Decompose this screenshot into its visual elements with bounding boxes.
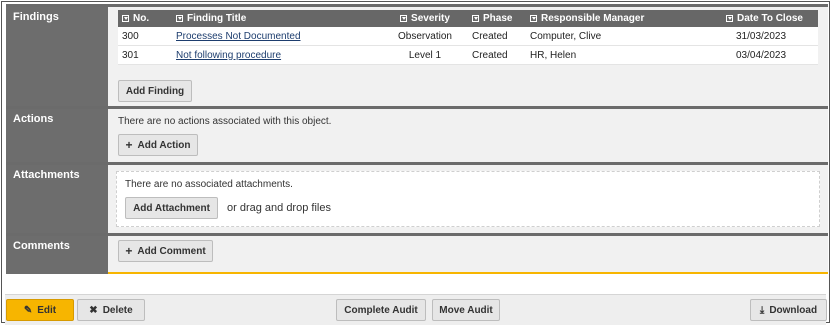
finding-date: 03/04/2023 xyxy=(722,45,818,65)
column-menu-icon[interactable] xyxy=(726,15,733,22)
findings-header: Findings xyxy=(6,7,108,106)
column-menu-icon[interactable] xyxy=(400,15,408,22)
plus-icon: + xyxy=(125,244,133,258)
comments-section: Comments + Add Comment xyxy=(6,233,828,274)
finding-phase: Created xyxy=(468,45,526,65)
finding-date: 31/03/2023 xyxy=(722,27,818,46)
col-finding-title[interactable]: Finding Title xyxy=(172,10,382,27)
table-row[interactable]: 301 Not following procedure Level 1 Crea… xyxy=(118,45,818,65)
add-action-button[interactable]: + Add Action xyxy=(118,134,198,156)
finding-manager: HR, Helen xyxy=(526,45,722,65)
add-comment-button[interactable]: + Add Comment xyxy=(118,240,213,262)
finding-title-link[interactable]: Not following procedure xyxy=(176,50,281,61)
column-menu-icon[interactable] xyxy=(122,15,129,22)
edit-icon: ✎ xyxy=(23,304,33,316)
close-icon: ✖ xyxy=(89,304,98,316)
finding-phase: Created xyxy=(468,27,526,46)
actions-section: Actions There are no actions associated … xyxy=(6,106,828,163)
edit-button[interactable]: ✎ Edit xyxy=(6,299,74,321)
audit-panel: Findings No. Finding Title Severity Phas… xyxy=(1,1,830,325)
finding-no: 300 xyxy=(118,27,172,46)
finding-no: 301 xyxy=(118,45,172,65)
attachments-header: Attachments xyxy=(6,165,108,235)
add-finding-button[interactable]: Add Finding xyxy=(118,80,192,102)
column-menu-icon[interactable] xyxy=(472,15,479,22)
plus-icon: + xyxy=(125,138,133,152)
findings-section: Findings No. Finding Title Severity Phas… xyxy=(6,4,828,106)
delete-button[interactable]: ✖ Delete xyxy=(77,299,145,321)
table-row[interactable]: 300 Processes Not Documented Observation… xyxy=(118,27,818,46)
footer-toolbar: ✎ Edit ✖ Delete Complete Audit Move Audit … xyxy=(5,294,827,325)
finding-title-link[interactable]: Processes Not Documented xyxy=(176,31,301,42)
col-date-to-close[interactable]: Date To Close xyxy=(722,10,818,27)
col-phase[interactable]: Phase xyxy=(468,10,526,27)
col-no[interactable]: No. xyxy=(118,10,172,27)
col-responsible-manager[interactable]: Responsible Manager xyxy=(526,10,722,27)
table-header-row: No. Finding Title Severity Phase Respons… xyxy=(118,10,818,27)
comments-header: Comments xyxy=(6,236,108,274)
complete-audit-button[interactable]: Complete Audit xyxy=(336,299,426,321)
col-severity[interactable]: Severity xyxy=(382,10,468,27)
column-menu-icon[interactable] xyxy=(530,15,537,22)
attachment-drop-zone[interactable]: There are no associated attachments. Add… xyxy=(116,171,820,227)
finding-severity: Level 1 xyxy=(382,45,468,65)
column-menu-icon[interactable] xyxy=(176,15,183,22)
add-attachment-button[interactable]: Add Attachment xyxy=(125,197,218,219)
move-audit-button[interactable]: Move Audit xyxy=(432,299,500,321)
attachments-empty-message: There are no associated attachments. xyxy=(125,179,293,190)
download-icon: ⤓ xyxy=(759,304,765,316)
finding-manager: Computer, Clive xyxy=(526,27,722,46)
findings-table: No. Finding Title Severity Phase Respons… xyxy=(118,10,818,65)
finding-severity: Observation xyxy=(382,27,468,46)
actions-header: Actions xyxy=(6,109,108,163)
download-button[interactable]: ⤓ Download xyxy=(750,299,827,321)
attachments-section: Attachments There are no associated atta… xyxy=(6,162,828,235)
actions-empty-message: There are no actions associated with thi… xyxy=(118,116,332,127)
drag-drop-hint: or drag and drop files xyxy=(227,202,331,214)
